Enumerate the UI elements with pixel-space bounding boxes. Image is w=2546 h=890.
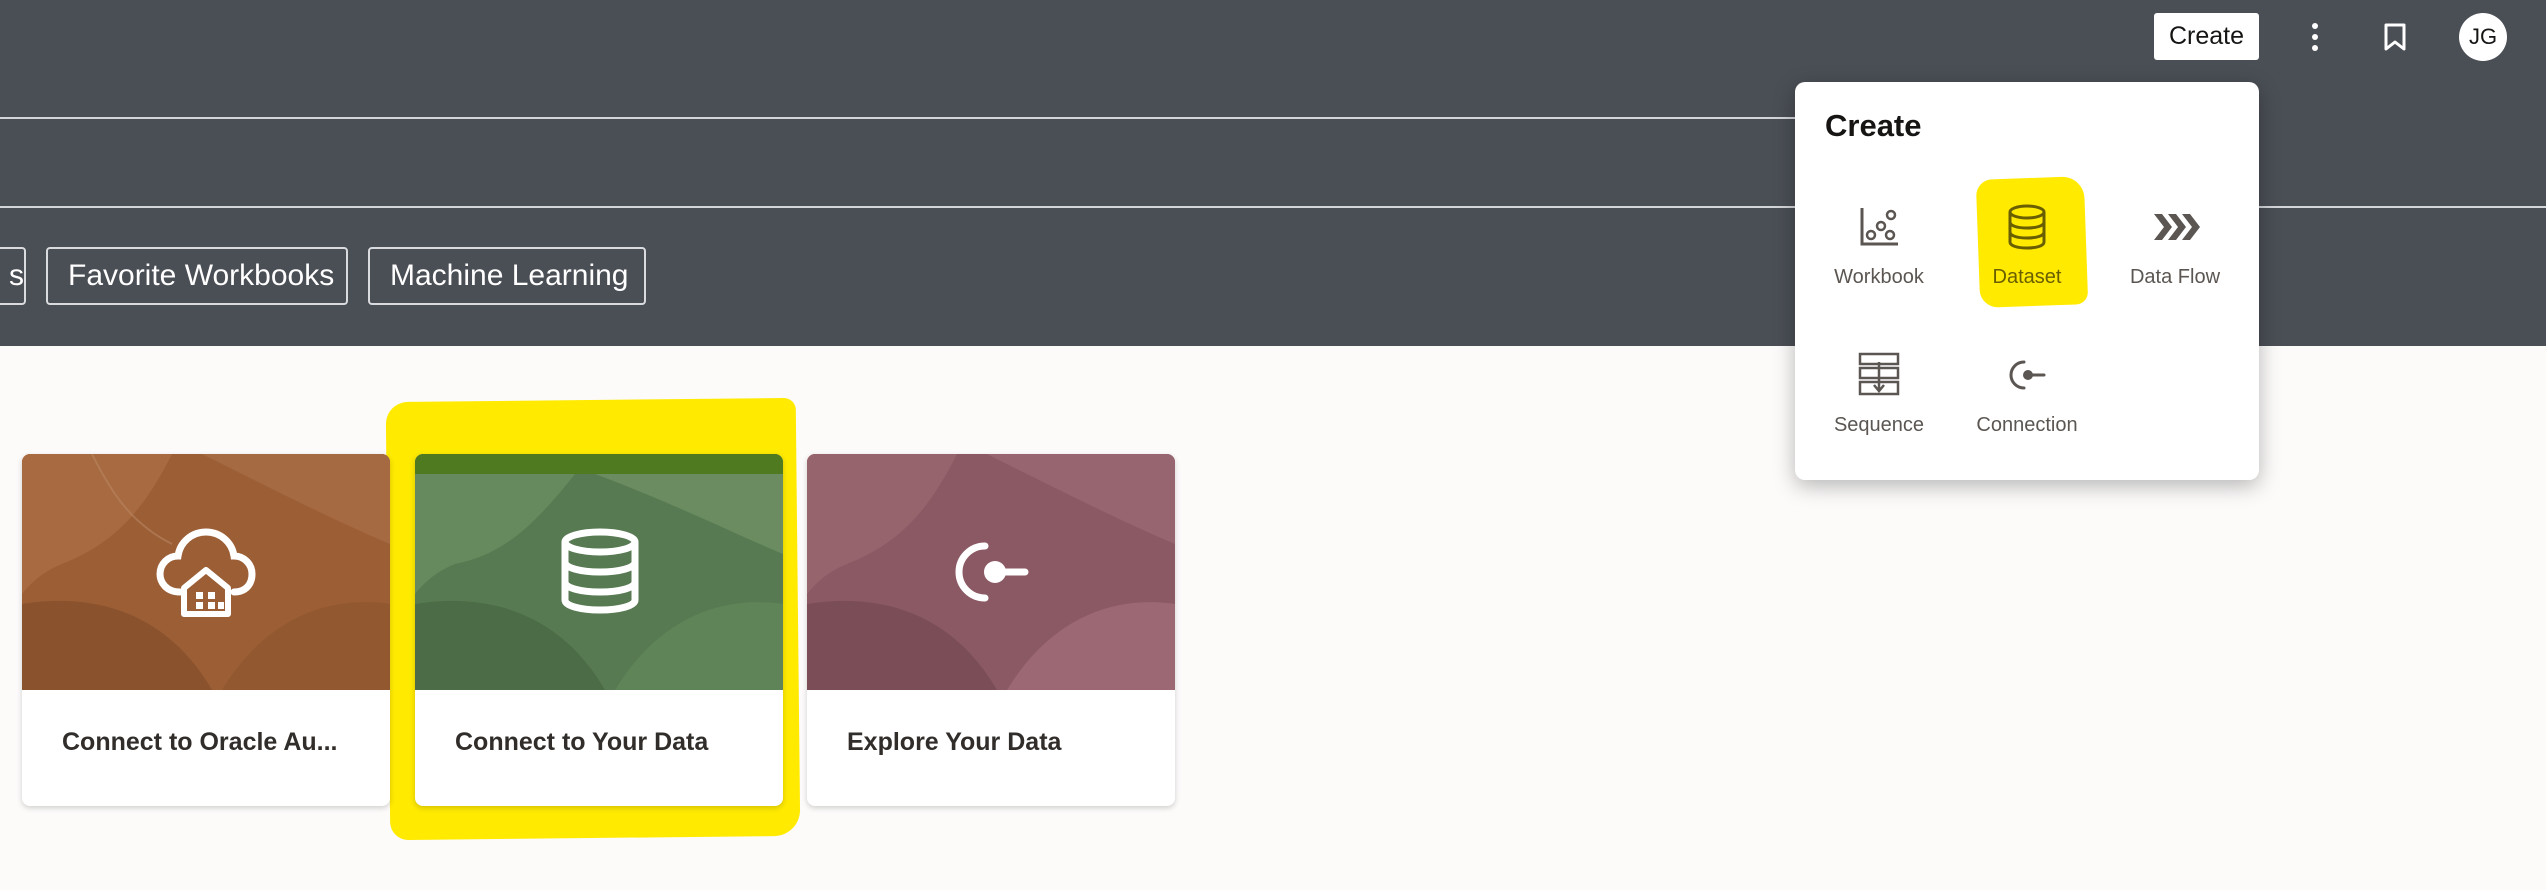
bookmark-icon[interactable] [2371,13,2419,61]
connection-plug-icon [955,542,1029,602]
card-banner [807,454,1175,690]
card-title: Connect to Oracle Au... [62,728,338,756]
more-options-icon[interactable] [2291,13,2339,61]
create-item-label: Sequence [1833,414,1925,436]
card-connect-your-data[interactable]: Connect to Your Data [415,454,783,806]
cloud-warehouse-icon [156,528,256,617]
create-button[interactable]: Create [2154,13,2259,60]
create-connection-item[interactable]: Connection [1957,350,2097,480]
card-title: Explore Your Data [847,728,1062,756]
workbook-icon [1860,208,1898,246]
card-banner [22,454,390,690]
create-menu-popup: Create Workbook Dataset Data Flow Sequen… [1795,82,2259,480]
filter-chip-partial[interactable]: s [0,247,26,305]
card-banner [415,454,783,690]
dataset-icon [2008,204,2046,250]
create-item-label: Connection [1976,414,2078,436]
create-workbook-item[interactable]: Workbook [1809,202,1949,332]
header-divider [0,117,2100,119]
filter-chip-machine-learning[interactable]: Machine Learning [368,247,646,305]
database-icon [561,528,639,614]
card-explore-your-data[interactable]: Explore Your Data [807,454,1175,806]
filter-chip-favorite-workbooks[interactable]: Favorite Workbooks [46,247,348,305]
data-flow-icon [2154,214,2200,240]
create-data-flow-item[interactable]: Data Flow [2105,202,2245,332]
connection-icon [2009,360,2046,390]
create-menu-title: Create [1825,108,1922,143]
card-title: Connect to Your Data [455,728,709,756]
card-connect-oracle[interactable]: Connect to Oracle Au... [22,454,390,806]
create-item-label: Workbook [1834,266,1924,288]
create-item-label: Data Flow [2129,266,2221,288]
sequence-icon [1858,352,1900,396]
create-item-label: Dataset [1992,266,2062,288]
create-dataset-item[interactable]: Dataset [1957,202,2097,332]
user-avatar[interactable]: JG [2459,13,2507,61]
create-sequence-item[interactable]: Sequence [1809,350,1949,480]
